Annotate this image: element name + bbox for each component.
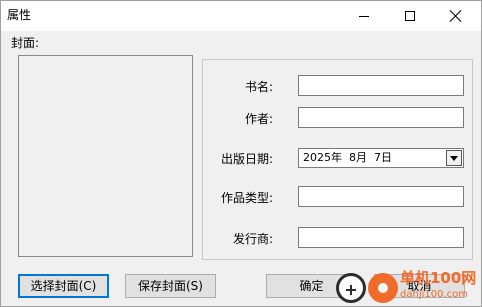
pubdate-label: 出版日期: bbox=[220, 152, 273, 166]
minimize-button[interactable] bbox=[341, 1, 387, 31]
properties-dialog: 属性 封面: 书名: 作者: 出版日期: 2025年 8月 7日 作品类型: 发… bbox=[0, 0, 482, 307]
close-button[interactable] bbox=[433, 1, 479, 31]
watermark-url: danji100.com bbox=[400, 289, 468, 300]
genre-label: 作品类型: bbox=[220, 191, 273, 205]
publisher-label: 发行商: bbox=[232, 232, 273, 246]
window-title: 属性 bbox=[7, 8, 32, 22]
save-cover-button[interactable]: 保存封面(S) bbox=[125, 274, 216, 298]
chevron-down-icon bbox=[450, 155, 458, 161]
pubdate-dropdown-button[interactable] bbox=[446, 150, 462, 166]
author-label: 作者: bbox=[244, 112, 273, 126]
title-label: 书名: bbox=[244, 80, 273, 94]
pubdate-value: 2025年 8月 7日 bbox=[303, 151, 392, 164]
close-icon bbox=[450, 10, 462, 22]
minimize-icon bbox=[359, 16, 369, 17]
title-bar: 属性 bbox=[1, 1, 481, 31]
maximize-icon bbox=[405, 11, 415, 21]
watermark-brand: 单机100网 bbox=[400, 269, 477, 287]
watermark-dot-icon bbox=[368, 273, 398, 303]
select-cover-button[interactable]: 选择封面(C) bbox=[18, 274, 109, 298]
publisher-input[interactable] bbox=[298, 227, 464, 248]
pubdate-picker[interactable]: 2025年 8月 7日 bbox=[298, 148, 464, 168]
cover-image-area bbox=[18, 55, 193, 257]
title-input[interactable] bbox=[298, 75, 464, 96]
watermark-plus-icon bbox=[336, 273, 366, 303]
cover-label: 封面: bbox=[11, 36, 40, 50]
author-input[interactable] bbox=[298, 107, 464, 128]
maximize-button[interactable] bbox=[387, 1, 433, 31]
genre-input[interactable] bbox=[298, 186, 464, 207]
watermark-logo: 单机100网 danji100.com bbox=[336, 269, 476, 305]
